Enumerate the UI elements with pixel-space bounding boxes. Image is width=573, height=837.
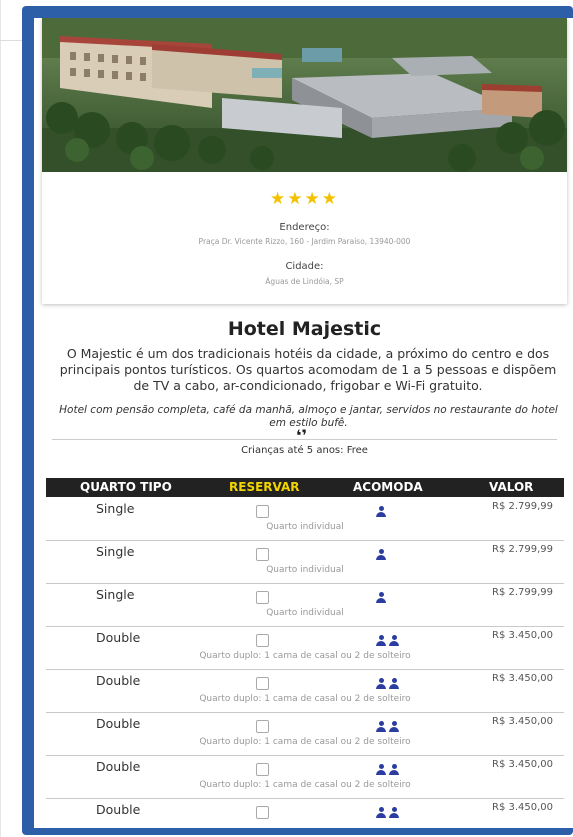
room-description: Quarto duplo: 1 cama de casal ou 2 de so… — [199, 651, 411, 661]
table-row: Double R$ 3.450,00 — [46, 798, 564, 828]
person-icon — [389, 678, 399, 690]
hotel-meal-note: Hotel com pensão completa, café da manhã… — [59, 404, 558, 429]
room-type: Single — [96, 544, 135, 559]
guests-icons — [376, 503, 389, 518]
guests-icons — [376, 546, 389, 561]
reserve-checkbox[interactable] — [256, 548, 269, 561]
room-price: R$ 3.450,00 — [492, 759, 554, 770]
table-row: Single R$ 2.799,99 Quarto individual — [46, 583, 564, 627]
person-icon — [376, 678, 386, 690]
city-label: Cidade: — [285, 261, 324, 272]
room-price: R$ 3.450,00 — [492, 673, 554, 684]
person-icon — [376, 635, 386, 647]
reserve-checkbox[interactable] — [256, 677, 269, 690]
rooms-table-header: QUARTO TIPO RESERVAR ACOMODA VALOR — [46, 478, 564, 497]
table-row: Double R$ 3.450,00 Quarto duplo: 1 cama de… — [46, 669, 564, 713]
room-price: R$ 2.799,99 — [492, 501, 554, 512]
table-row: Single R$ 2.799,99 Quarto individual — [46, 497, 564, 541]
person-icon — [376, 721, 386, 733]
hotel-name: Hotel Majestic — [227, 318, 382, 340]
person-icon — [376, 506, 386, 518]
room-price: R$ 2.799,99 — [492, 587, 554, 598]
reserve-checkbox[interactable] — [256, 806, 269, 819]
guests-icons — [376, 632, 402, 647]
table-row: Double R$ 3.450,00 Quarto duplo: 1 cama de… — [46, 712, 564, 756]
reserve-checkbox[interactable] — [256, 505, 269, 518]
room-description: Quarto individual — [266, 608, 344, 618]
city-value: Águas de Lindóia, SP — [265, 277, 344, 286]
room-type: Double — [96, 716, 141, 731]
reserve-checkbox[interactable] — [256, 634, 269, 647]
header-price: VALOR — [489, 480, 534, 494]
guests-icons — [376, 718, 402, 733]
room-description: Quarto individual — [266, 565, 344, 575]
room-type: Single — [96, 501, 135, 516]
room-description: Quarto duplo: 1 cama de casal ou 2 de so… — [199, 737, 411, 747]
quote-icon: ❛❜ — [296, 426, 308, 445]
children-policy: Crianças até 5 anos: Free — [241, 445, 368, 456]
person-icon — [389, 807, 399, 819]
person-icon — [389, 635, 399, 647]
room-type: Double — [96, 673, 141, 688]
hotel-aerial-image — [42, 18, 567, 172]
room-type: Double — [96, 802, 141, 817]
header-room-type: QUARTO TIPO — [80, 480, 172, 494]
page-background-edge — [0, 0, 1, 837]
room-type: Double — [96, 759, 141, 774]
room-description: Quarto duplo: 1 cama de casal ou 2 de so… — [199, 694, 411, 704]
room-type: Single — [96, 587, 135, 602]
hotel-detail-panel[interactable]: ★★★★ Endereço: Praça Dr. Vicente Rizzo, … — [34, 18, 573, 828]
room-price: R$ 3.450,00 — [492, 716, 554, 727]
reserve-checkbox[interactable] — [256, 591, 269, 604]
room-price: R$ 2.799,99 — [492, 544, 554, 555]
star-rating: ★★★★ — [270, 189, 339, 209]
table-row: Single R$ 2.799,99 Quarto individual — [46, 540, 564, 584]
person-icon — [376, 807, 386, 819]
person-icon — [376, 764, 386, 776]
guests-icons — [376, 804, 402, 819]
room-type: Double — [96, 630, 141, 645]
guests-icons — [376, 675, 402, 690]
room-description: Quarto individual — [266, 522, 344, 532]
header-reserve: RESERVAR — [229, 480, 300, 494]
reserve-checkbox[interactable] — [256, 720, 269, 733]
room-price: R$ 3.450,00 — [492, 630, 554, 641]
hotel-description: O Majestic é um dos tradicionais hotéis … — [59, 346, 557, 393]
reserve-checkbox[interactable] — [256, 763, 269, 776]
person-icon — [376, 592, 386, 604]
room-price: R$ 3.450,00 — [492, 802, 554, 813]
guests-icons — [376, 761, 402, 776]
person-icon — [389, 721, 399, 733]
address-value: Praça Dr. Vicente Rizzo, 160 - Jardim Pa… — [198, 237, 411, 246]
hotel-info-card: ★★★★ Endereço: Praça Dr. Vicente Rizzo, … — [42, 18, 567, 304]
person-icon — [376, 549, 386, 561]
table-row: Double R$ 3.450,00 Quarto duplo: 1 cama de… — [46, 755, 564, 799]
room-description: Quarto duplo: 1 cama de casal ou 2 de so… — [199, 780, 411, 790]
guests-icons — [376, 589, 389, 604]
person-icon — [389, 764, 399, 776]
address-label: Endereço: — [279, 222, 330, 233]
header-accommodates: ACOMODA — [353, 480, 423, 494]
hotel-photo — [42, 18, 567, 172]
divider — [52, 439, 557, 440]
table-row: Double R$ 3.450,00 Quarto duplo: 1 cama de… — [46, 626, 564, 670]
